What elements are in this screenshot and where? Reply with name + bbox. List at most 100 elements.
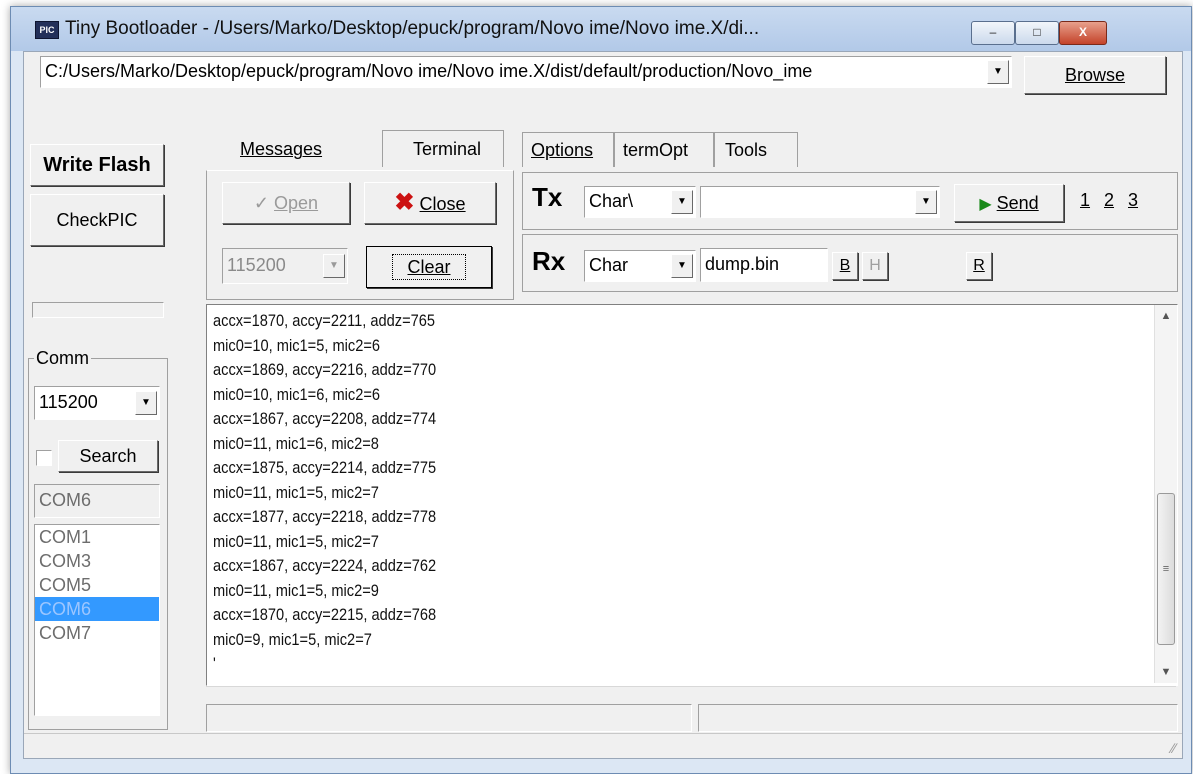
status-field-left [206, 704, 692, 732]
macro-button-1[interactable]: 1 [1080, 190, 1090, 211]
rx-h-label: H [869, 257, 881, 274]
rx-b-label: B [839, 257, 851, 274]
status-field-right [698, 704, 1178, 732]
rx-mode-value: Char [589, 255, 629, 275]
tab-terminal[interactable]: Terminal [382, 130, 504, 167]
checkpic-label: CheckPIC [56, 210, 138, 230]
browse-button[interactable]: Browse [1024, 56, 1166, 94]
tx-mode-value: Char\ [589, 191, 634, 211]
maximize-button[interactable]: □ [1015, 21, 1059, 45]
rx-h-button[interactable]: H [862, 252, 888, 280]
tab-terminal-label: Terminal [413, 139, 482, 159]
rx-mode-dropdown-icon[interactable]: ▼ [671, 254, 693, 278]
close-window-button[interactable]: X [1059, 21, 1107, 45]
hex-file-path-combo[interactable]: C:/Users/Marko/Desktop/epuck/program/Nov… [40, 56, 1012, 88]
selected-port-field: COM6 [34, 484, 160, 518]
tx-input-dropdown-icon[interactable]: ▼ [915, 190, 937, 214]
comm-baud-value: 115200 [39, 392, 98, 412]
terminal-output-text: accx=1870, accy=2211, addz=765 mic0=10, m… [213, 309, 1013, 677]
port-list-item[interactable]: COM3 [35, 549, 159, 573]
terminal-baud-combo[interactable]: 115200 ▼ [222, 248, 348, 284]
minimize-button[interactable]: – [971, 21, 1015, 45]
open-button-label: Open [274, 193, 319, 213]
terminal-line: mic0=11, mic1=5, mic2=7 [213, 482, 379, 502]
clear-button-label: Clear [392, 254, 466, 280]
send-button-label: Send [996, 193, 1039, 213]
port-list-item[interactable]: COM5 [35, 573, 159, 597]
terminal-baud-value: 115200 [227, 255, 286, 275]
rx-mode-combo[interactable]: Char ▼ [584, 250, 696, 282]
port-list-item[interactable]: COM1 [35, 525, 159, 549]
search-button-label: Search [79, 446, 137, 466]
macro-button-3[interactable]: 3 [1128, 190, 1138, 211]
terminal-line: accx=1870, accy=2215, addz=768 [213, 605, 437, 624]
tx-mode-dropdown-icon[interactable]: ▼ [671, 190, 693, 214]
port-list-item[interactable]: COM7 [35, 621, 159, 645]
rx-file-value: dump.bin [705, 254, 780, 274]
terminal-line: accx=1877, accy=2218, addz=778 [213, 507, 437, 526]
tab-messages-label: Messages [240, 139, 323, 159]
macro-button-2[interactable]: 2 [1104, 190, 1114, 211]
rx-file-field[interactable]: dump.bin [700, 248, 828, 282]
write-flash-button[interactable]: Write Flash [30, 144, 164, 186]
open-button[interactable]: ✓ Open [222, 182, 350, 224]
comm-baud-dropdown-icon[interactable]: ▼ [135, 391, 157, 415]
search-button[interactable]: Search [58, 440, 158, 472]
browse-button-label: Browse [1064, 65, 1126, 85]
terminal-line: mic0=10, mic1=6, mic2=6 [213, 384, 380, 404]
close-port-label: Close [419, 194, 466, 214]
clear-button[interactable]: Clear [366, 246, 492, 288]
comm-group-label: Comm [34, 348, 91, 369]
terminal-output-area[interactable]: accx=1870, accy=2211, addz=765 mic0=10, m… [206, 304, 1178, 686]
terminal-line: mic0=11, mic1=5, mic2=9 [213, 580, 379, 600]
main-client-area: C:/Users/Marko/Desktop/epuck/program/Nov… [23, 51, 1183, 759]
status-bar: ∕∕ [24, 733, 1182, 758]
terminal-line: accx=1869, accy=2216, addz=770 [213, 360, 437, 379]
tab-options[interactable]: Options [522, 132, 614, 167]
terminal-line: mic0=9, mic1=5, mic2=7 [213, 629, 372, 649]
resize-grip-icon[interactable]: ∕∕ [1171, 740, 1176, 756]
rx-label: Rx [532, 246, 566, 276]
terminal-line: accx=1870, accy=2211, addz=765 [213, 311, 436, 330]
tx-input-combo[interactable]: ▼ [700, 186, 940, 218]
comm-baud-combo[interactable]: 115200 ▼ [34, 386, 160, 420]
selected-port-value: COM6 [39, 490, 92, 510]
send-play-icon: ▶ [979, 196, 992, 213]
tab-messages[interactable]: Messages [240, 139, 322, 160]
tx-mode-combo[interactable]: Char\ ▼ [584, 186, 696, 218]
send-button[interactable]: ▶ Send [954, 184, 1064, 222]
terminal-line: ' [213, 654, 216, 673]
port-list[interactable]: COM1 COM3 COM5 COM6 COM7 [34, 524, 160, 716]
port-list-item[interactable]: COM6 [35, 597, 159, 621]
tab-termopt[interactable]: termOpt [614, 132, 714, 167]
scroll-up-arrow-icon[interactable]: ▲ [1155, 305, 1177, 327]
rx-b-button[interactable]: B [832, 252, 858, 280]
close-port-button[interactable]: ✖ Close [364, 182, 496, 224]
terminal-line: mic0=11, mic1=5, mic2=7 [213, 531, 379, 551]
window-title: Tiny Bootloader - /Users/Marko/Desktop/e… [65, 18, 760, 39]
progress-bar [32, 302, 164, 318]
pic-app-icon: PIC [35, 21, 59, 39]
checkpic-button[interactable]: CheckPIC [30, 194, 164, 246]
scroll-thumb[interactable]: ≡ [1157, 493, 1175, 645]
search-checkbox[interactable] [36, 450, 52, 466]
scroll-down-arrow-icon[interactable]: ▼ [1155, 661, 1177, 683]
tx-label: Tx [532, 182, 563, 212]
terminal-line: mic0=10, mic1=5, mic2=6 [213, 335, 380, 355]
path-dropdown-arrow-icon[interactable]: ▼ [987, 60, 1009, 84]
terminal-vertical-scrollbar[interactable]: ▲ ≡ ▼ [1154, 305, 1177, 683]
title-bar[interactable]: PIC Tiny Bootloader - /Users/Marko/Deskt… [11, 7, 1191, 51]
terminal-line: accx=1867, accy=2224, addz=762 [213, 556, 437, 575]
terminal-line: mic0=11, mic1=6, mic2=8 [213, 433, 379, 453]
rx-r-button[interactable]: R [966, 252, 992, 280]
open-check-icon: ✓ [253, 193, 270, 213]
macro-buttons: 123 [1080, 186, 1170, 218]
terminal-baud-dropdown-icon[interactable]: ▼ [323, 254, 345, 278]
tab-tools[interactable]: Tools [714, 132, 798, 167]
tab-options-label: Options [531, 140, 594, 160]
terminal-line: accx=1867, accy=2208, addz=774 [213, 409, 437, 428]
terminal-line: accx=1875, accy=2214, addz=775 [213, 458, 437, 477]
tab-tools-label: Tools [725, 140, 768, 160]
close-x-icon: ✖ [394, 189, 415, 216]
tab-termopt-label: termOpt [623, 140, 689, 160]
